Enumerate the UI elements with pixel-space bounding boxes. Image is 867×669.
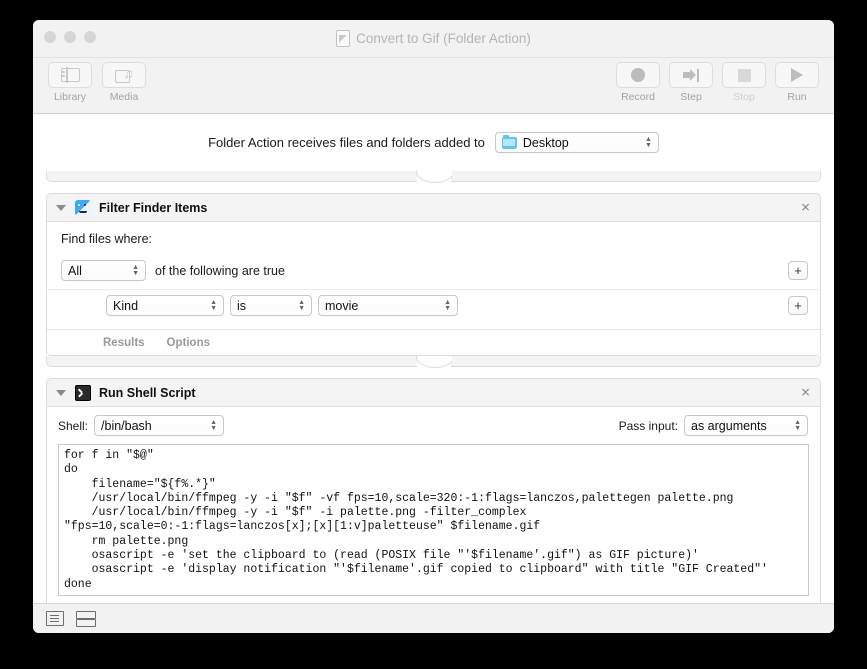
library-button-label: Library <box>54 91 86 103</box>
condition-value-popup[interactable]: movie ▲▼ <box>318 295 458 316</box>
toolbar-left-group: Library Media <box>47 62 147 103</box>
connector-notch-icon <box>416 356 452 372</box>
action-body-filter: Find files where: All ▲▼ of the followin… <box>47 222 820 355</box>
disclosure-triangle-icon[interactable] <box>56 205 66 211</box>
step-forward-icon <box>683 69 699 82</box>
condition-value-text: movie <box>325 299 358 313</box>
connector-right-segment <box>451 171 822 182</box>
stop-button[interactable]: Stop <box>721 62 767 103</box>
media-browser-icon <box>115 68 134 83</box>
run-button-box <box>775 62 819 88</box>
folder-action-receives-row: Folder Action receives files and folders… <box>33 114 834 171</box>
media-button[interactable]: Media <box>101 62 147 103</box>
chevron-updown-icon: ▲▼ <box>434 300 451 311</box>
record-button[interactable]: Record <box>615 62 661 103</box>
toolbar: Library Media Record Step <box>33 58 834 114</box>
connector-notch-icon <box>416 171 452 187</box>
toolbar-right-group: Record Step Stop Run <box>615 62 820 103</box>
stop-button-box <box>722 62 766 88</box>
record-circle-icon <box>631 68 645 82</box>
close-icon[interactable]: ✕ <box>799 386 812 399</box>
match-type-value: All <box>68 264 82 278</box>
automator-document-icon <box>336 30 350 47</box>
connector-left-segment <box>46 356 417 367</box>
workflow-area: Filter Finder Items ✕ Find files where: … <box>33 171 834 603</box>
list-view-icon[interactable] <box>46 611 64 626</box>
chevron-updown-icon: ▲▼ <box>122 265 139 276</box>
chevron-updown-icon: ▲▼ <box>200 420 217 431</box>
library-panel-icon <box>61 68 80 82</box>
pass-input-group: Pass input: as arguments ▲▼ <box>619 415 808 436</box>
step-button-label: Step <box>680 91 702 103</box>
find-files-where-label: Find files where: <box>47 232 820 255</box>
chevron-updown-icon: ▲▼ <box>200 300 217 311</box>
action-title-shell: Run Shell Script <box>99 386 196 400</box>
connector-right-segment <box>451 356 822 367</box>
action-tabs-filter: Results Options <box>47 329 820 355</box>
action-run-shell-script: Run Shell Script ✕ Shell: /bin/bash ▲▼ P… <box>46 378 821 603</box>
pass-input-popup[interactable]: as arguments ▲▼ <box>684 415 808 436</box>
condition-operator-popup[interactable]: is ▲▼ <box>230 295 312 316</box>
action-header-filter: Filter Finder Items ✕ <box>47 194 820 222</box>
run-button[interactable]: Run <box>774 62 820 103</box>
folder-target-popup[interactable]: Desktop ▲▼ <box>495 132 659 153</box>
chevron-updown-icon: ▲▼ <box>288 300 305 311</box>
match-rule-row: All ▲▼ of the following are true + <box>47 255 820 290</box>
media-button-box <box>102 62 146 88</box>
media-button-label: Media <box>110 91 139 103</box>
folder-target-value: Desktop <box>523 136 569 150</box>
split-view-icon[interactable] <box>76 611 94 626</box>
record-button-box <box>616 62 660 88</box>
stop-button-label: Stop <box>733 91 755 103</box>
library-button[interactable]: Library <box>47 62 93 103</box>
status-bar <box>33 603 834 633</box>
window-title: Convert to Gif (Folder Action) <box>356 31 531 46</box>
library-button-box <box>48 62 92 88</box>
record-button-label: Record <box>621 91 655 103</box>
match-type-popup[interactable]: All ▲▼ <box>61 260 146 281</box>
script-editor[interactable]: for f in "$@" do filename="${f%.*}" /usr… <box>58 444 809 596</box>
blue-folder-icon <box>502 137 517 149</box>
action-title-filter: Filter Finder Items <box>99 201 207 215</box>
shell-settings-row: Shell: /bin/bash ▲▼ Pass input: as argum… <box>47 407 820 444</box>
shell-popup[interactable]: /bin/bash ▲▼ <box>94 415 224 436</box>
shell-value: /bin/bash <box>101 419 152 433</box>
step-button-box <box>669 62 713 88</box>
connector-left-segment <box>46 171 417 182</box>
disclosure-triangle-icon[interactable] <box>56 390 66 396</box>
chevron-updown-icon: ▲▼ <box>784 420 801 431</box>
action-filter-finder-items: Filter Finder Items ✕ Find files where: … <box>46 193 821 356</box>
tab-results[interactable]: Results <box>103 337 145 349</box>
condition-attribute-value: Kind <box>113 299 138 313</box>
action-header-shell: Run Shell Script ✕ <box>47 379 820 407</box>
stop-square-icon <box>738 69 751 82</box>
script-text[interactable]: for f in "$@" do filename="${f%.*}" /usr… <box>59 445 808 596</box>
automator-window: Convert to Gif (Folder Action) Library M… <box>33 20 834 633</box>
condition-operator-value: is <box>237 299 246 313</box>
finder-face-icon <box>75 200 91 216</box>
pass-input-value: as arguments <box>691 419 767 433</box>
terminal-prompt-icon <box>75 385 91 401</box>
shell-label: Shell: <box>58 419 88 433</box>
chevron-updown-icon: ▲▼ <box>635 137 652 148</box>
workflow-connector-top <box>46 171 821 193</box>
action-body-shell: Shell: /bin/bash ▲▼ Pass input: as argum… <box>47 407 820 603</box>
add-condition-button[interactable]: + <box>788 296 808 315</box>
condition-attribute-popup[interactable]: Kind ▲▼ <box>106 295 224 316</box>
step-button[interactable]: Step <box>668 62 714 103</box>
run-triangle-icon <box>791 68 803 82</box>
condition-row: Kind ▲▼ is ▲▼ movie ▲▼ + <box>47 290 820 321</box>
title-bar: Convert to Gif (Folder Action) <box>33 20 834 58</box>
add-rule-group-button[interactable]: + <box>788 261 808 280</box>
pass-input-label: Pass input: <box>619 419 678 433</box>
match-rule-suffix: of the following are true <box>155 264 285 278</box>
run-button-label: Run <box>787 91 806 103</box>
folder-action-receives-label: Folder Action receives files and folders… <box>208 135 485 150</box>
tab-options[interactable]: Options <box>167 337 210 349</box>
close-icon[interactable]: ✕ <box>799 201 812 214</box>
workflow-connector-middle <box>46 356 821 378</box>
window-title-group: Convert to Gif (Folder Action) <box>33 30 834 47</box>
